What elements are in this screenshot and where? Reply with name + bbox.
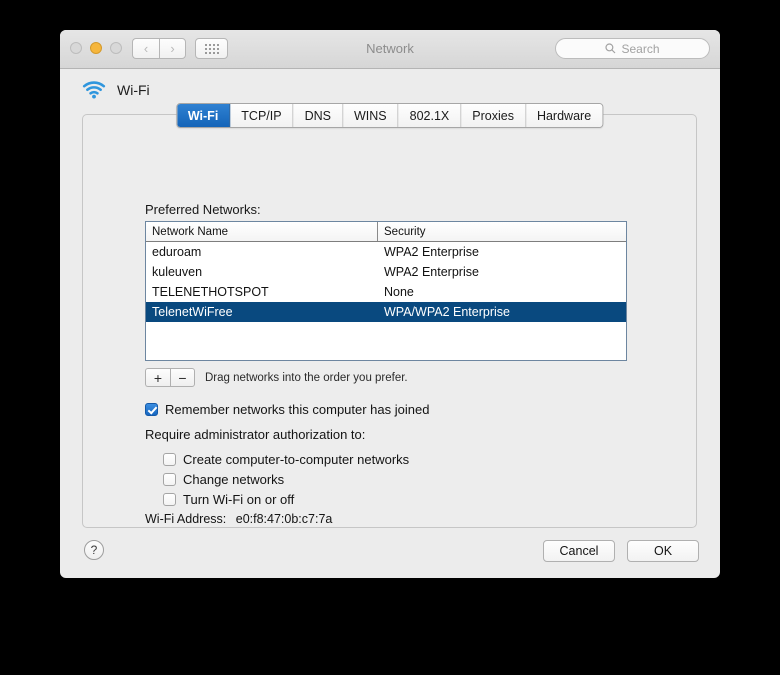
- remember-networks-label: Remember networks this computer has join…: [165, 402, 430, 417]
- remember-networks-checkbox[interactable]: [145, 403, 158, 416]
- table-row[interactable]: TELENETHOTSPOT None: [146, 282, 626, 302]
- wifi-address-value: e0:f8:47:0b:c7:7a: [235, 512, 333, 526]
- preferred-networks-table[interactable]: Network Name Security eduroam WPA2 Enter…: [145, 221, 627, 361]
- tab-wins[interactable]: WINS: [343, 104, 399, 127]
- tab-proxies[interactable]: Proxies: [461, 104, 526, 127]
- admin-item-row[interactable]: Turn Wi-Fi on or off: [163, 492, 294, 507]
- wifi-address-label: Wi-Fi Address:: [145, 512, 227, 526]
- table-row[interactable]: eduroam WPA2 Enterprise: [146, 242, 626, 262]
- tab-tcpip[interactable]: TCP/IP: [230, 104, 294, 127]
- add-network-button[interactable]: +: [145, 368, 170, 387]
- add-remove-button-group: + −: [145, 368, 195, 387]
- tab-8021x[interactable]: 802.1X: [398, 104, 462, 127]
- cell-security: WPA/WPA2 Enterprise: [384, 305, 510, 319]
- search-placeholder: Search: [621, 41, 660, 56]
- cancel-button[interactable]: Cancel: [543, 540, 615, 562]
- table-row-selected[interactable]: TelenetWiFree WPA/WPA2 Enterprise: [146, 302, 626, 322]
- ok-button[interactable]: OK: [627, 540, 699, 562]
- table-row[interactable]: kuleuven WPA2 Enterprise: [146, 262, 626, 282]
- preferred-networks-label: Preferred Networks:: [145, 202, 261, 217]
- drag-hint-text: Drag networks into the order you prefer.: [205, 371, 408, 384]
- wifi-icon: [82, 81, 106, 99]
- cell-security: None: [384, 285, 414, 299]
- remember-networks-row[interactable]: Remember networks this computer has join…: [145, 402, 429, 417]
- tab-dns[interactable]: DNS: [293, 104, 343, 127]
- tab-wifi[interactable]: Wi-Fi: [176, 104, 231, 127]
- cell-security: WPA2 Enterprise: [384, 245, 479, 259]
- admin-authorization-label: Require administrator authorization to:: [145, 427, 366, 442]
- search-icon: [605, 43, 616, 54]
- column-header-security[interactable]: Security: [378, 222, 626, 241]
- turn-wifi-on-off-label: Turn Wi-Fi on or off: [183, 492, 295, 507]
- settings-tab-bar: Wi-Fi TCP/IP DNS WINS 802.1X Proxies Har…: [175, 103, 604, 128]
- cell-network-name: kuleuven: [152, 265, 203, 279]
- tab-hardware[interactable]: Hardware: [525, 104, 603, 127]
- help-button[interactable]: ?: [84, 540, 104, 560]
- network-list-controls: + − Drag networks into the order you pre…: [145, 368, 408, 387]
- cell-network-name: TelenetWiFree: [152, 305, 233, 319]
- table-header-row: Network Name Security: [146, 222, 626, 242]
- column-header-network-name[interactable]: Network Name: [146, 222, 378, 241]
- change-networks-checkbox[interactable]: [163, 473, 176, 486]
- window-titlebar: ‹ › Network Search: [60, 30, 720, 69]
- service-name: Wi-Fi: [117, 81, 150, 98]
- admin-item-row[interactable]: Change networks: [163, 472, 284, 487]
- change-networks-label: Change networks: [183, 472, 285, 487]
- service-header: Wi-Fi: [82, 80, 150, 99]
- network-preferences-window: ‹ › Network Search Wi-Fi Wi-Fi TCP/IP DN…: [60, 30, 720, 578]
- create-computer-networks-label: Create computer-to-computer networks: [183, 452, 410, 467]
- admin-item-row[interactable]: Create computer-to-computer networks: [163, 452, 409, 467]
- wifi-settings-panel: Wi-Fi TCP/IP DNS WINS 802.1X Proxies Har…: [82, 103, 697, 528]
- cell-security: WPA2 Enterprise: [384, 265, 479, 279]
- remove-network-button[interactable]: −: [170, 368, 195, 387]
- create-computer-networks-checkbox[interactable]: [163, 453, 176, 466]
- search-field[interactable]: Search: [555, 38, 710, 59]
- cell-network-name: TELENETHOTSPOT: [152, 285, 269, 299]
- wifi-address-row: Wi-Fi Address: e0:f8:47:0b:c7:7a: [145, 512, 332, 526]
- cell-network-name: eduroam: [152, 245, 202, 259]
- turn-wifi-on-off-checkbox[interactable]: [163, 493, 176, 506]
